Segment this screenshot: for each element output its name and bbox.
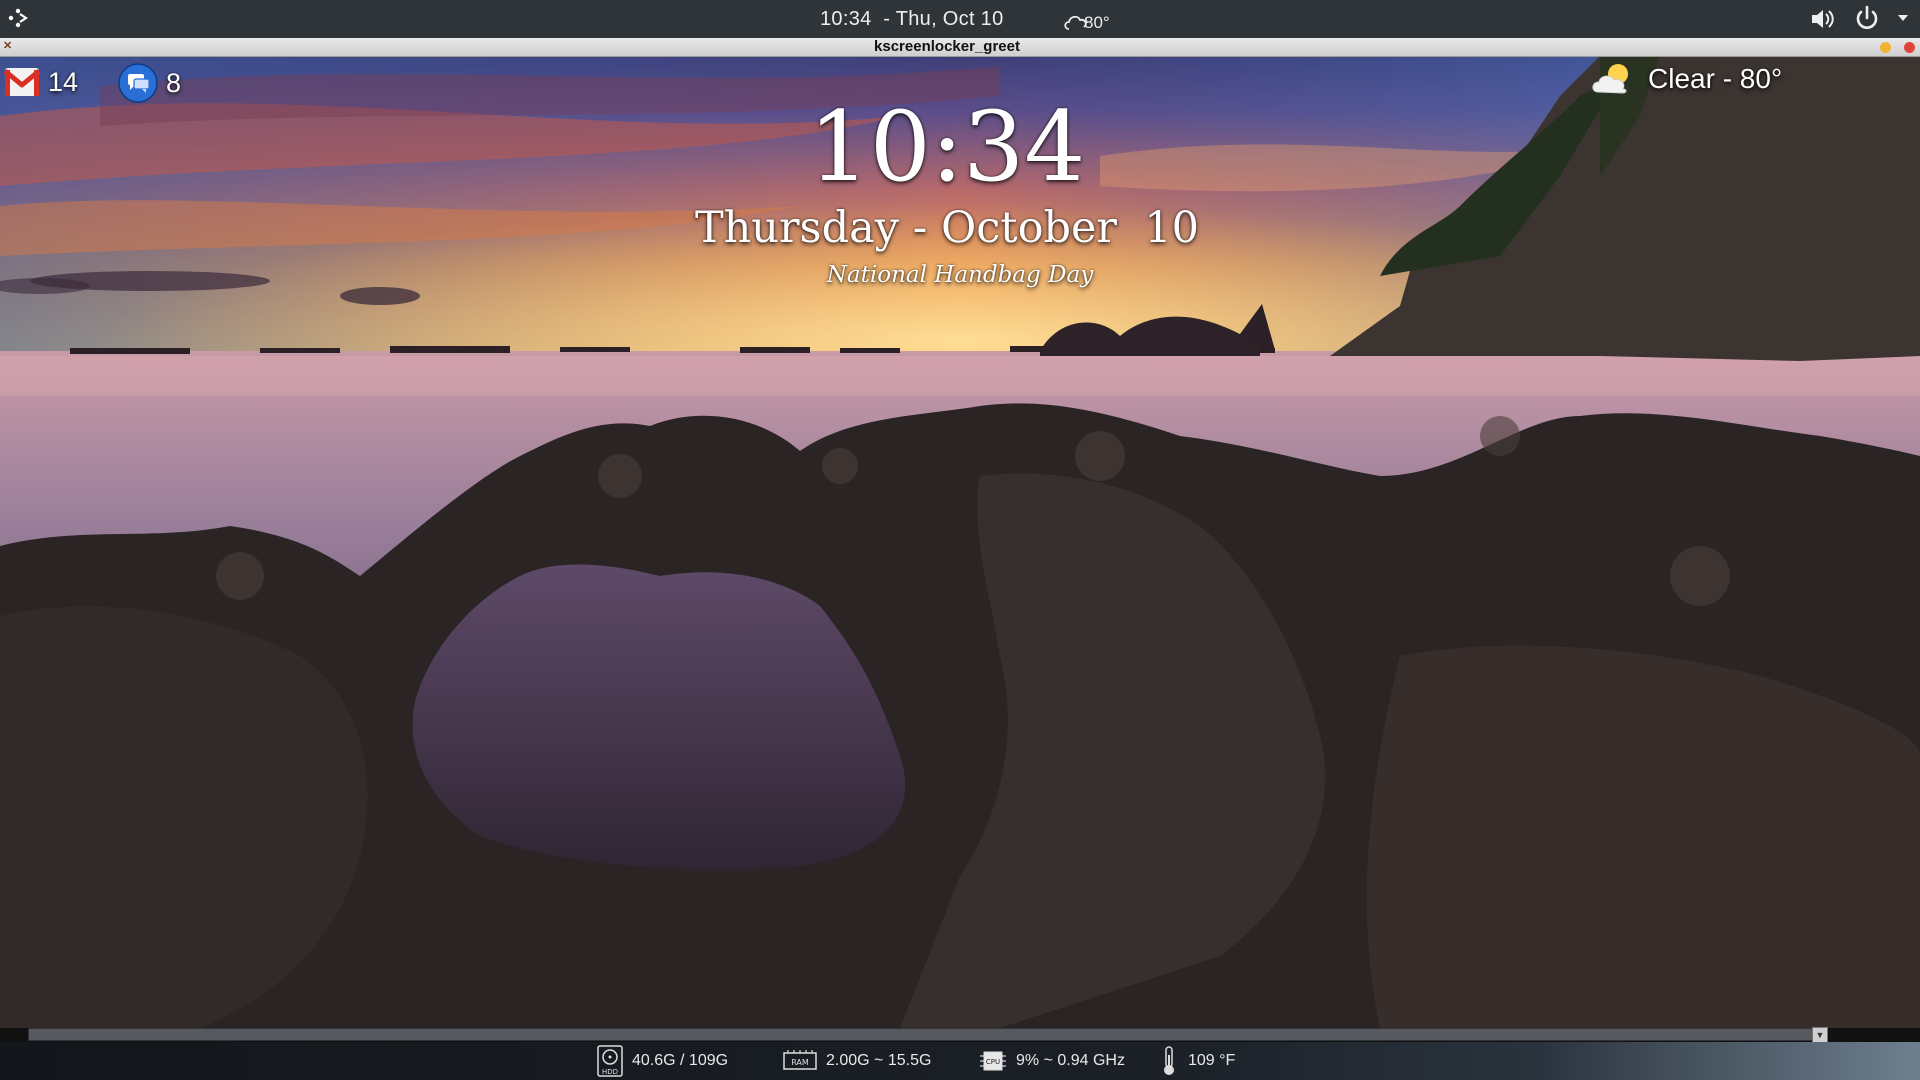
cpu-icon: CPU	[980, 1051, 1006, 1071]
close-button[interactable]	[1904, 42, 1915, 53]
scroll-down-icon[interactable]: ▼	[1812, 1027, 1828, 1043]
svg-text:RAM: RAM	[791, 1058, 809, 1067]
ram-usage: RAM 2.00G ~ 15.5G	[782, 1042, 931, 1080]
temperature-value: 109 °F	[1188, 1052, 1236, 1069]
hdd-usage: HDD 40.6G / 109G	[596, 1042, 728, 1080]
panel-weather-temp: 80°	[1084, 13, 1110, 32]
thermometer-icon	[1164, 1046, 1174, 1075]
holiday-text: National Handbag Day	[826, 262, 1094, 288]
chevron-down-icon[interactable]	[1896, 12, 1910, 24]
launcher-icon[interactable]	[4, 4, 32, 32]
top-panel: 10:34 - Thu, Oct 10 80°	[0, 0, 1920, 39]
panel-weather[interactable]: 80°	[1062, 8, 1110, 34]
window-title: kscreenlocker_greet	[874, 38, 1020, 55]
hdd-icon: HDD	[597, 1045, 623, 1077]
panel-clock[interactable]: 10:34 - Thu, Oct 10	[820, 8, 1004, 31]
svg-text:HDD: HDD	[602, 1068, 618, 1076]
power-icon[interactable]	[1852, 3, 1882, 33]
minimize-button[interactable]	[1880, 42, 1891, 53]
lockscreen-clock: 10:34	[808, 91, 1086, 203]
ram-value: 2.00G ~ 15.5G	[826, 1052, 932, 1069]
svg-text:CPU: CPU	[986, 1058, 1000, 1066]
cpu-usage: CPU 9% ~ 0.94 GHz	[978, 1042, 1125, 1080]
temperature-reading: 109 °F	[1158, 1042, 1235, 1080]
volume-icon[interactable]	[1808, 5, 1836, 33]
horizontal-scrollbar[interactable]	[28, 1028, 1822, 1041]
partly-cloudy-icon	[1592, 64, 1628, 94]
hdd-value: 40.6G / 109G	[632, 1052, 729, 1069]
weather-widget[interactable]: Clear - 80°	[1590, 62, 1782, 96]
cpu-value: 9% ~ 0.94 GHz	[1016, 1052, 1125, 1069]
weather-text: Clear - 80°	[1648, 63, 1783, 94]
ram-icon: RAM	[783, 1050, 817, 1070]
system-monitor-bar: HDD 40.6G / 109G RAM 2.00G ~ 15.5G CPU 9…	[0, 1042, 1920, 1080]
lockscreen-date: Thursday - October 10	[694, 203, 1200, 253]
lock-screen: 10:34 - Thu, Oct 10 80° ✕ kscreenlocker_…	[0, 0, 1920, 1080]
window-titlebar[interactable]: ✕ kscreenlocker_greet	[0, 38, 1920, 57]
